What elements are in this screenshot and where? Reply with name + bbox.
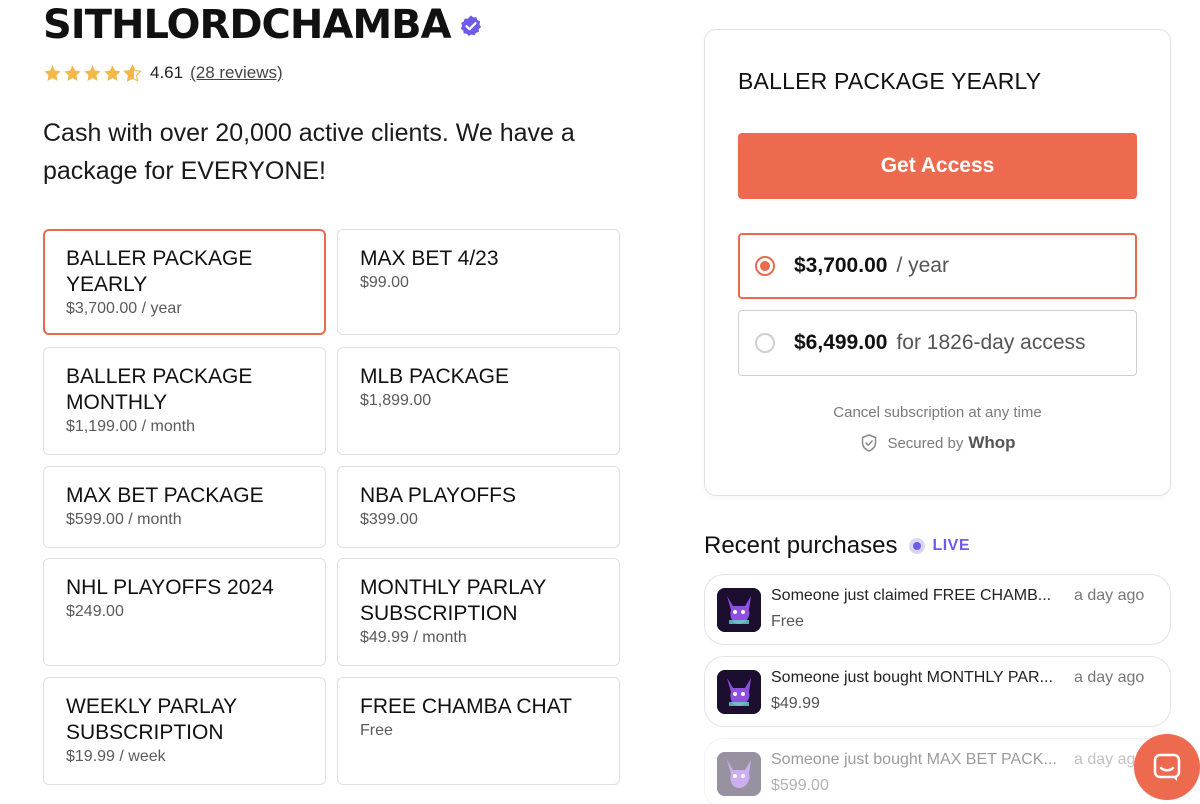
- purchase-price: $599.00: [771, 777, 829, 794]
- product-price: $1,899.00: [360, 392, 432, 409]
- reviews-link[interactable]: (28 reviews): [190, 63, 283, 83]
- avatar: [717, 752, 761, 796]
- product-price: $19.99 / week: [66, 748, 166, 765]
- star-rating: [43, 63, 142, 83]
- store-info: SITHLORDCHAMBA 4.61 (28 reviews) Cash wi…: [43, 0, 623, 785]
- product-card[interactable]: MAX BET 4/23 $99.00: [337, 229, 620, 335]
- product-name: BALLER PACKAGE YEARLY: [66, 247, 253, 296]
- purchase-text: Someone just claimed FREE CHAMB...: [771, 587, 1052, 604]
- recent-header: Recent purchases LIVE: [704, 530, 1174, 562]
- product-price: $99.00: [360, 274, 409, 291]
- product-name: MONTHLY PARLAY SUBSCRIPTION: [360, 576, 546, 625]
- purchase-text: Someone just bought MONTHLY PAR...: [771, 669, 1053, 686]
- product-name: FREE CHAMBA CHAT: [360, 695, 572, 718]
- avatar-image: [717, 588, 761, 632]
- product-name: MLB PACKAGE: [360, 365, 509, 388]
- radio-unselected[interactable]: [755, 333, 775, 353]
- product-price: $249.00: [66, 603, 124, 620]
- verified-badge-icon: [460, 15, 481, 36]
- star-icon: [44, 64, 61, 81]
- option-amount: $3,700.00: [794, 254, 888, 277]
- chat-bubble-icon: [1153, 753, 1181, 781]
- store-header: SITHLORDCHAMBA: [43, 0, 623, 50]
- rating-value: 4.61: [150, 63, 184, 82]
- product-card[interactable]: MAX BET PACKAGE $599.00 / month: [43, 466, 326, 548]
- purchase-item: Someone just bought MONTHLY PAR... a day…: [704, 656, 1171, 727]
- product-price: Free: [360, 722, 393, 739]
- live-label: LIVE: [932, 537, 971, 554]
- product-card[interactable]: BALLER PACKAGE YEARLY $3,700.00 / year: [43, 229, 326, 335]
- star-half-icon: [123, 63, 142, 82]
- product-card[interactable]: MLB PACKAGE $1,899.00: [337, 347, 620, 455]
- star-icon: [84, 64, 101, 81]
- product-name: BALLER PACKAGE MONTHLY: [66, 365, 253, 414]
- shield-check-icon: [862, 434, 877, 452]
- product-price: $1,199.00 / month: [66, 418, 195, 435]
- purchase-item: Someone just claimed FREE CHAMB... a day…: [704, 574, 1171, 645]
- option-period: / year: [896, 254, 949, 277]
- avatar: [717, 670, 761, 714]
- purchase-item: Someone just bought MAX BET PACK... a da…: [704, 738, 1171, 804]
- live-dot-icon: [909, 538, 926, 554]
- product-name: WEEKLY PARLAY SUBSCRIPTION: [66, 695, 237, 744]
- product-card[interactable]: NBA PLAYOFFS $399.00: [337, 466, 620, 548]
- get-access-button[interactable]: Get Access: [738, 133, 1137, 199]
- cancel-note: Cancel subscription at any time: [833, 404, 1042, 421]
- store-name: SITHLORDCHAMBA: [43, 2, 452, 48]
- purchase-text: Someone just bought MAX BET PACK...: [771, 751, 1057, 768]
- purchase-time: a day ago: [1074, 587, 1145, 604]
- purchase-price: $49.99: [771, 695, 820, 712]
- product-card[interactable]: BALLER PACKAGE MONTHLY $1,199.00 / month: [43, 347, 326, 455]
- chat-launcher-button[interactable]: [1134, 734, 1200, 800]
- product-name: NHL PLAYOFFS 2024: [66, 576, 274, 599]
- product-card[interactable]: MONTHLY PARLAY SUBSCRIPTION $49.99 / mon…: [337, 558, 620, 666]
- product-price: $49.99 / month: [360, 629, 467, 646]
- star-icon: [64, 64, 81, 81]
- option-period: for 1826-day access: [896, 331, 1086, 354]
- product-card[interactable]: NHL PLAYOFFS 2024 $249.00: [43, 558, 326, 666]
- avatar: [717, 588, 761, 632]
- product-card[interactable]: WEEKLY PARLAY SUBSCRIPTION $19.99 / week: [43, 677, 326, 785]
- avatar-image: [717, 670, 761, 714]
- rating-row: 4.61 (28 reviews): [43, 60, 623, 86]
- option-amount: $6,499.00: [794, 331, 888, 354]
- pricing-option[interactable]: $3,700.00 / year: [738, 233, 1137, 299]
- radio-selected[interactable]: [755, 256, 775, 276]
- product-price: $599.00 / month: [66, 511, 182, 528]
- recent-title: Recent purchases: [704, 532, 898, 559]
- star-icon: [104, 64, 121, 81]
- product-name: NBA PLAYOFFS: [360, 484, 516, 507]
- checkout-title: BALLER PACKAGE YEARLY: [738, 68, 1042, 94]
- purchase-time: a day ago: [1074, 669, 1145, 686]
- whop-logo: Whop: [968, 433, 1016, 452]
- avatar-image: [717, 752, 761, 796]
- secured-label: Secured by: [887, 434, 964, 452]
- product-name: MAX BET PACKAGE: [66, 484, 264, 507]
- recent-purchases: Recent purchases LIVE Someone just claim…: [704, 530, 1174, 804]
- store-description: Cash with over 20,000 active clients. We…: [43, 119, 575, 185]
- product-card[interactable]: FREE CHAMBA CHAT Free: [337, 677, 620, 785]
- product-name: MAX BET 4/23: [360, 247, 499, 270]
- product-price: $399.00: [360, 511, 418, 528]
- checkout-panel: BALLER PACKAGE YEARLY Get Access $3,700.…: [704, 29, 1171, 496]
- secured-by: Secured by Whop: [705, 433, 1170, 453]
- product-price: $3,700.00 / year: [66, 300, 182, 317]
- purchase-price: Free: [771, 613, 804, 630]
- pricing-option[interactable]: $6,499.00 for 1826-day access: [738, 310, 1137, 376]
